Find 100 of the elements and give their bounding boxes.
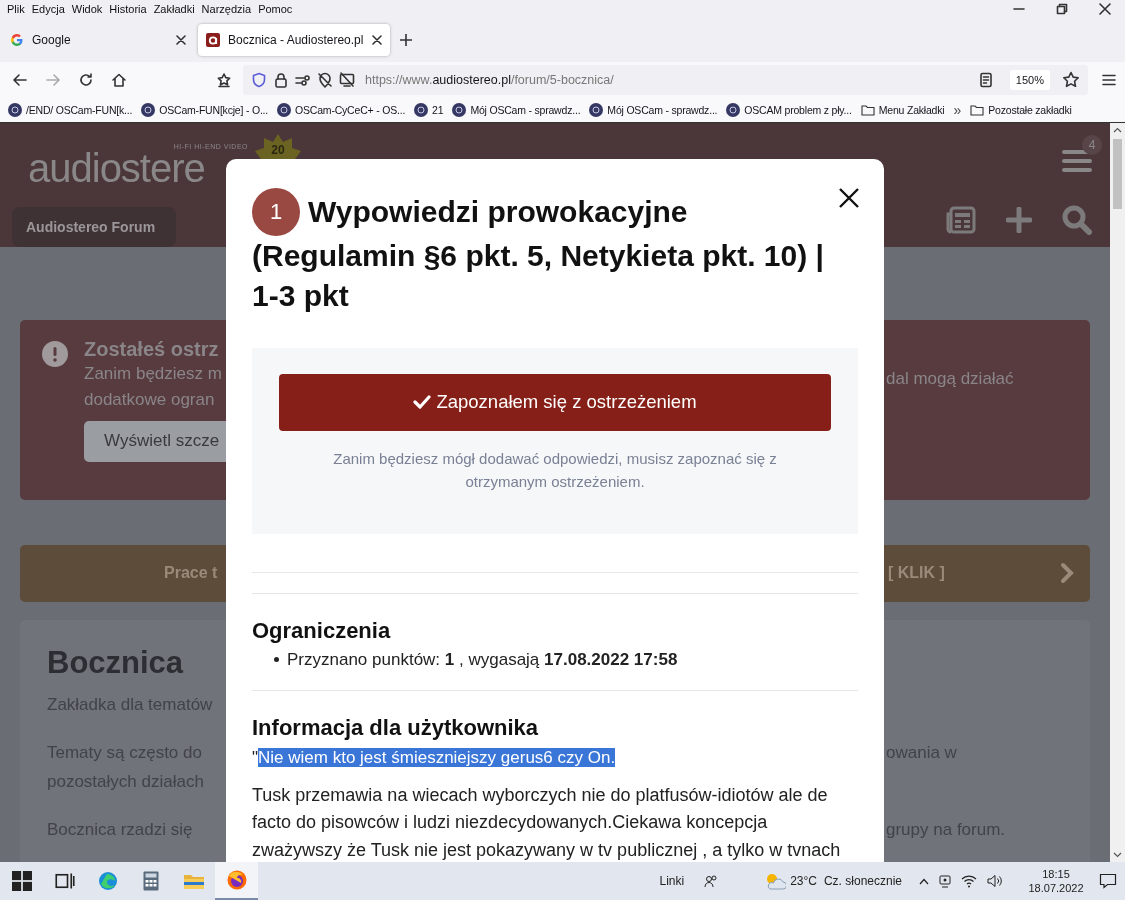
- scroll-up-icon[interactable]: [1113, 126, 1122, 133]
- scrollbar[interactable]: [1110, 122, 1125, 862]
- shield-icon: [251, 72, 267, 89]
- message-text: Tusk przemawia na wiecach wyborczych nie do platfusów-idiotów ale de facto do pisowców i ludzi niezdecydowanych.Ciekawa koncepcja zważywszy że Tusk nie jest pokazywany w tv publicznej , a tylko w tvnach: [252, 783, 842, 862]
- acknowledge-button[interactable]: Zapoznałem się z ostrzeżeniem: [279, 373, 831, 431]
- browser-tab[interactable]: Google: [2, 23, 194, 56]
- zoom-level[interactable]: 150%: [1009, 70, 1050, 91]
- warning-text: dodatkowe ogran: [84, 388, 216, 411]
- new-tab-icon[interactable]: [400, 33, 412, 46]
- camera-icon[interactable]: [939, 874, 951, 888]
- more-bookmarks-button[interactable]: »: [953, 102, 962, 119]
- forward-icon: [45, 72, 61, 89]
- blocked-notification-icon: [339, 72, 355, 89]
- list-item-text: Przyznano punktów: 1 , wygasają 17.08.2022 17:58: [287, 648, 678, 671]
- bookmark-item[interactable]: OSCam-FUN[kcje] - O...: [141, 103, 269, 118]
- chevron-right-icon: [1060, 562, 1074, 585]
- bookmark-item[interactable]: OSCam-CyCeC+ - OS...: [277, 103, 406, 118]
- tab-title: Bocznica - Audiostereo.pl: [228, 32, 364, 47]
- menu-item[interactable]: Narzędzia: [198, 3, 255, 15]
- blocked-location-icon: [317, 72, 333, 89]
- warning-text: Zanim będziesz m: [84, 362, 223, 385]
- task-view-icon: [54, 871, 75, 891]
- quote-text: Nie wiem kto jest śmieszniejszy gerus6 czy On.: [258, 747, 616, 767]
- badge-number: 20: [270, 142, 286, 157]
- menu-item[interactable]: Widok: [68, 3, 106, 15]
- temperature[interactable]: 23°C: [790, 874, 817, 888]
- alert-icon: [42, 340, 68, 367]
- close-icon[interactable]: [372, 34, 382, 45]
- warning-text: dal mogą działać: [886, 367, 1015, 390]
- permissions-icon: [295, 72, 311, 89]
- weather-icon: [764, 872, 787, 890]
- weather-text[interactable]: Cz. słonecznie: [823, 874, 902, 888]
- site-icon: [277, 103, 292, 118]
- url-text: https://www.audiostereo.pl/forum/5-bocznica/: [365, 73, 614, 88]
- reader-view-icon[interactable]: [977, 72, 994, 89]
- warning-title: Zostałeś ostrz: [84, 336, 220, 361]
- folder-icon: [970, 104, 985, 117]
- close-icon[interactable]: [838, 186, 860, 209]
- menu-item[interactable]: Edycja: [28, 3, 68, 15]
- plus-icon[interactable]: [1006, 206, 1032, 233]
- google-icon: [10, 32, 24, 47]
- clock[interactable]: 18:15 18.07.2022: [1021, 867, 1091, 895]
- dialog-title: Wypowiedzi prowokacyjne: [308, 194, 688, 229]
- browser-tab[interactable]: Bocznica - Audiostereo.pl: [198, 23, 390, 56]
- taskbar-button[interactable]: [215, 862, 258, 900]
- menu-item[interactable]: Zakładki: [150, 3, 198, 15]
- tab-title: Google: [32, 32, 72, 47]
- bookmark-item[interactable]: Mój OSCam - sprawdz...: [452, 103, 581, 118]
- checkmark-icon: [413, 395, 432, 410]
- bookmark-item[interactable]: Pozostałe zakładki: [970, 104, 1072, 117]
- scroll-thumb[interactable]: [1113, 138, 1122, 209]
- reload-icon[interactable]: [78, 72, 94, 89]
- restore-icon[interactable]: [1056, 3, 1068, 15]
- notice-text: Zanim będziesz mógł dodawać odpowiedzi, musisz zapoznać się z otrzymanym ostrzeżeniem.: [332, 448, 778, 492]
- banner-text: [ KLIK ]: [888, 564, 945, 583]
- notification-count: 4: [1082, 134, 1102, 155]
- search-icon[interactable]: [1062, 204, 1092, 235]
- volume-icon[interactable]: [987, 874, 1003, 888]
- site-icon: [726, 103, 741, 118]
- banner-text: Prace t: [163, 564, 219, 583]
- menu-item[interactable]: Pomoc: [255, 3, 296, 15]
- bullet-icon: [274, 657, 279, 663]
- edge-icon: [97, 871, 118, 891]
- bookmark-star-icon[interactable]: [1062, 71, 1080, 90]
- windows-icon: [11, 871, 32, 891]
- forum-title: Bocznica: [46, 643, 185, 682]
- site-logo-icon: [206, 32, 220, 47]
- firefox-icon: [226, 870, 247, 890]
- dialog-title: (Regulamin §6 pkt. 5, Netykieta pkt. 10) | 1-3 pkt: [252, 237, 825, 314]
- chevron-up-icon[interactable]: [919, 877, 929, 885]
- people-icon[interactable]: [704, 874, 719, 888]
- number-badge: 1: [252, 187, 300, 236]
- wifi-icon[interactable]: [961, 874, 977, 888]
- menu-item[interactable]: Plik: [4, 3, 28, 15]
- close-icon[interactable]: [176, 34, 186, 45]
- lock-icon: [273, 72, 289, 89]
- home-icon[interactable]: [111, 72, 127, 89]
- bookmark-item[interactable]: 21: [414, 103, 444, 118]
- menu-item[interactable]: Historia: [106, 3, 150, 15]
- breadcrumb-link[interactable]: Audiostereo Forum: [12, 206, 176, 247]
- site-icon: [589, 103, 604, 118]
- bookmark-item[interactable]: Mój OSCam - sprawdz...: [589, 103, 718, 118]
- back-icon[interactable]: [12, 72, 28, 89]
- newspaper-icon[interactable]: [946, 205, 976, 234]
- address-bar[interactable]: https://www.audiostereo.pl/forum/5-bocznica/ 150%: [243, 65, 1088, 96]
- bookmark-item[interactable]: Menu Zakładki: [860, 104, 945, 117]
- section-heading: Ograniczenia: [252, 617, 392, 644]
- links-toolbar[interactable]: Linki: [659, 874, 685, 888]
- bookmark-item[interactable]: OSCAM problem z pły...: [726, 103, 852, 118]
- bookmark-item[interactable]: /END/ OSCam-FUN[k...: [8, 103, 133, 118]
- quote-mark: ": [252, 747, 259, 767]
- section-heading: Informacja dla użytkownika: [252, 714, 540, 741]
- site-icon: [414, 103, 429, 118]
- site-icon: [141, 103, 156, 118]
- site-icon: [8, 103, 22, 118]
- close-icon[interactable]: [1099, 3, 1111, 15]
- notification-icon[interactable]: [1099, 873, 1117, 889]
- folder-icon: [860, 104, 875, 117]
- scroll-down-icon[interactable]: [1113, 852, 1122, 858]
- site-icon: [452, 103, 467, 118]
